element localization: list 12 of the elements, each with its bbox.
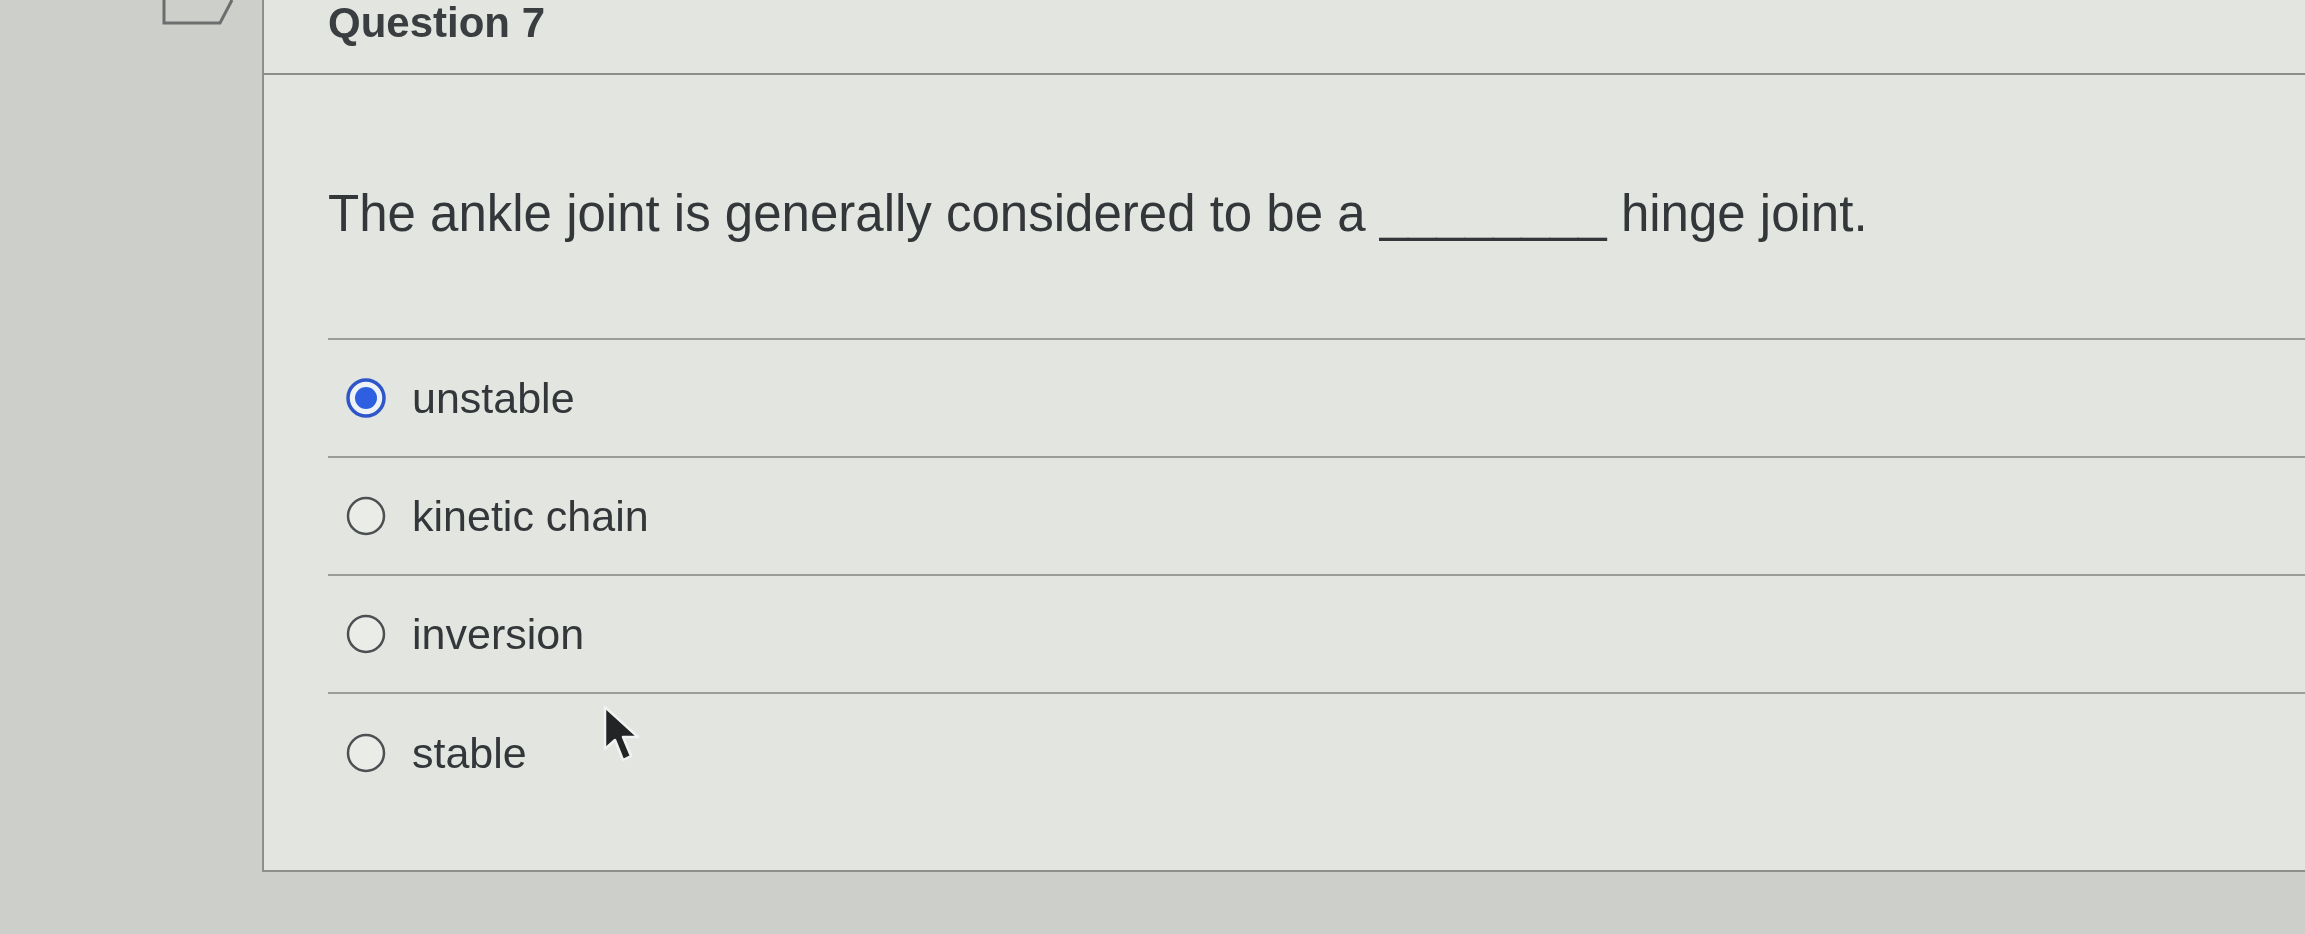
- mouse-pointer-icon: [603, 705, 641, 763]
- radio-button[interactable]: [346, 496, 386, 536]
- option-label[interactable]: inversion: [412, 608, 585, 660]
- option-label[interactable]: kinetic chain: [412, 490, 649, 542]
- question-text: The ankle joint is generally considered to be a ________ hinge joint.: [328, 184, 1868, 244]
- radio-button[interactable]: [346, 378, 386, 418]
- flag-icon[interactable]: [162, 0, 234, 26]
- question-title: Question 7: [328, 0, 546, 46]
- option-label[interactable]: unstable: [412, 372, 575, 424]
- option-label[interactable]: stable: [412, 727, 527, 779]
- radio-button[interactable]: [346, 733, 386, 773]
- radio-button[interactable]: [346, 614, 386, 654]
